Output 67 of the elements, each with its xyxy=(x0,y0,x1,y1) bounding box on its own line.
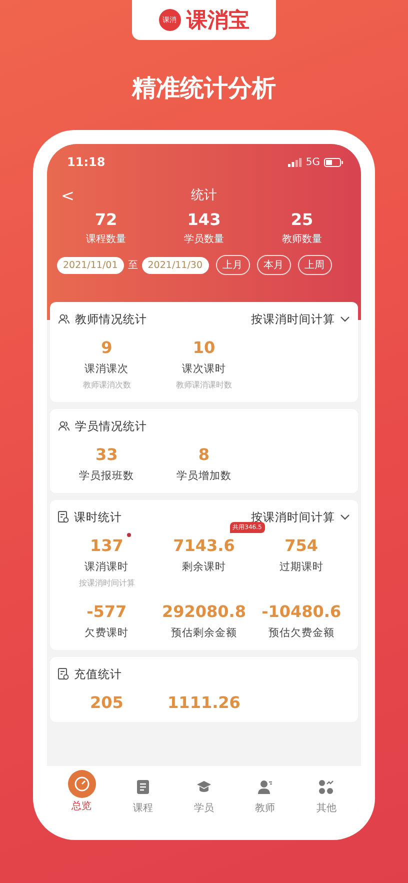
metric-label: 预估欠费金额 xyxy=(268,626,334,640)
document-icon xyxy=(58,511,69,523)
metric-value: 9 xyxy=(101,338,112,357)
metric-label: 预估剩余金额 xyxy=(170,626,237,640)
metric-label: 学员增加数 xyxy=(176,469,232,483)
summary-label: 教师数量 xyxy=(282,233,322,246)
status-time: 11:18 xyxy=(67,155,106,169)
metric-value: -10480.6 xyxy=(262,602,342,621)
metric-value: -577 xyxy=(86,602,127,621)
metric-value: 205 xyxy=(90,693,124,712)
metric-value: 1111.26 xyxy=(168,693,240,712)
summary-value: 143 xyxy=(187,210,221,229)
start-date-field[interactable]: 2021/11/01 xyxy=(57,256,124,274)
section-title: 学员情况统计 xyxy=(75,418,148,434)
section-title: 课时统计 xyxy=(74,510,123,524)
metric-value: 754 xyxy=(284,536,318,555)
metric-label: 课消课次 xyxy=(84,362,129,376)
metric-label: 过期课时 xyxy=(279,560,324,574)
tab[interactable]: 教师 xyxy=(234,766,296,826)
metric-label: 欠费课时 xyxy=(84,626,129,640)
summary-label: 学员数量 xyxy=(184,233,224,246)
tab[interactable]: 学员 xyxy=(173,766,235,826)
metric-label: 学员报班数 xyxy=(79,469,134,483)
calculation-dropdown[interactable]: 按课消时间计算 xyxy=(251,510,350,524)
metric-label: 课消课时 xyxy=(84,560,129,574)
summary-label: 课程数量 xyxy=(86,233,126,246)
brand-name: 课消宝 xyxy=(186,7,250,34)
range-button[interactable]: 本月 xyxy=(256,255,291,275)
metric-value: 137 xyxy=(90,536,124,555)
metric-value: 8 xyxy=(198,445,210,464)
headline: 精准统计分析 xyxy=(132,73,276,104)
metric-note: 教师课消次数 xyxy=(82,380,131,391)
tab[interactable]: 总览 xyxy=(51,766,112,826)
signal-icon xyxy=(288,158,302,166)
people-icon xyxy=(58,421,70,431)
document-icon xyxy=(136,779,150,795)
tab[interactable]: 课程 xyxy=(112,766,174,826)
tab[interactable]: 其他 xyxy=(296,766,358,826)
metric-note: 教师课消课时数 xyxy=(176,380,232,391)
battery-icon xyxy=(324,158,343,166)
people-icon xyxy=(58,314,70,324)
metric-note: 按课消时间计算 xyxy=(78,578,135,589)
document-icon xyxy=(58,668,69,680)
metric-value: 292080.8 xyxy=(162,602,246,621)
summary-value: 72 xyxy=(94,210,118,229)
section-title: 教师情况统计 xyxy=(75,312,148,326)
date-separator: 至 xyxy=(128,259,138,272)
chevron-down-icon xyxy=(340,316,350,322)
person-icon xyxy=(257,779,274,795)
end-date-field[interactable]: 2021/11/30 xyxy=(142,256,209,274)
calculation-dropdown[interactable]: 按课消时间计算 xyxy=(251,312,350,326)
range-button[interactable]: 上周 xyxy=(298,255,332,275)
metric-value: 10 xyxy=(192,338,216,357)
summary-value: 25 xyxy=(290,210,314,229)
page-title: 统计 xyxy=(191,187,217,204)
back-button[interactable]: < xyxy=(57,186,78,204)
range-button[interactable]: 上月 xyxy=(216,255,250,275)
grid-icon xyxy=(318,779,334,795)
section-title: 充值统计 xyxy=(74,666,123,682)
graduation-cap-icon xyxy=(196,780,212,794)
network-type: 5G xyxy=(306,156,320,168)
metric-label: 剩余课时 xyxy=(182,560,226,574)
metric-value: 7143.6 xyxy=(173,536,235,555)
gauge-icon xyxy=(74,776,90,792)
metric-label: 课次课时 xyxy=(182,362,226,376)
metric-value: 33 xyxy=(96,445,118,464)
chevron-down-icon xyxy=(340,514,350,520)
